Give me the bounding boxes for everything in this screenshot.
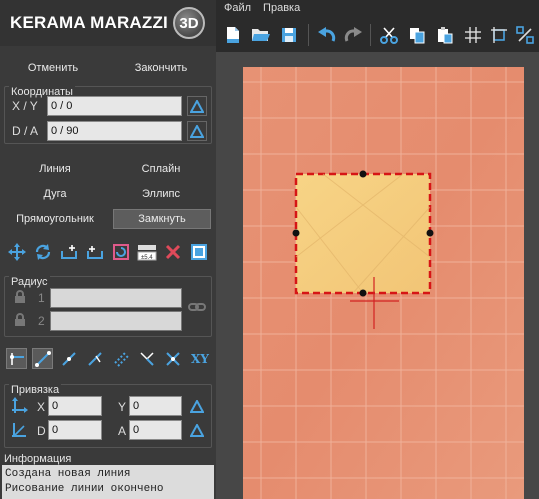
endpoint-snap-icon[interactable] [58, 348, 79, 369]
menu-file[interactable]: Файл [224, 2, 251, 14]
xy-field[interactable]: 0 / 0 [47, 96, 182, 116]
toolbar-separator [308, 24, 309, 46]
menu-bar: Файл Правка [216, 0, 539, 16]
info-log: Создана новая линия Рисование линии окон… [2, 465, 214, 499]
radius-title: Радиус [9, 276, 50, 288]
triangle-icon[interactable] [187, 96, 207, 116]
handle-bottom[interactable] [359, 289, 367, 297]
xy-button-label: XY [191, 351, 209, 366]
move-icon[interactable] [6, 241, 27, 262]
snap-tools-row: XY [6, 348, 212, 369]
mode-arc-button[interactable]: Дуга [6, 184, 104, 204]
svg-text:±5.4: ±5.4 [141, 255, 153, 261]
triangle-icon[interactable] [187, 420, 207, 440]
radius-row1-label: 1 [38, 291, 45, 305]
add-point-above-icon[interactable] [58, 241, 79, 262]
triangle-icon[interactable] [187, 121, 207, 141]
transform-icon[interactable] [110, 241, 131, 262]
da-field[interactable]: 0 / 90 [47, 121, 182, 141]
save-icon[interactable] [278, 24, 300, 46]
finish-button[interactable]: Закончить [112, 58, 210, 78]
left-panel: KERAMA MARAZZI 3D Отменить Закончить Коо… [0, 0, 216, 499]
menu-edit[interactable]: Правка [263, 2, 300, 14]
add-point-below-icon[interactable] [84, 241, 105, 262]
parallel-snap-icon[interactable] [110, 348, 131, 369]
mode-line-button[interactable]: Линия [6, 159, 104, 179]
xy-button[interactable]: XY [188, 348, 212, 369]
rotate-icon[interactable] [32, 241, 53, 262]
window-icon[interactable] [188, 241, 209, 262]
snap-y-label: Y [118, 400, 127, 414]
intersection-snap-icon[interactable] [162, 348, 183, 369]
handle-left[interactable] [292, 229, 300, 237]
radius-row2-label: 2 [38, 314, 45, 328]
open-folder-icon[interactable] [250, 24, 272, 46]
xy-label: X / Y [12, 99, 38, 113]
selection-rectangle[interactable] [294, 172, 432, 295]
corner-snap-icon[interactable] [6, 348, 27, 369]
toolbar [216, 18, 539, 52]
paste-icon[interactable] [434, 24, 456, 46]
delete-icon[interactable] [162, 241, 183, 262]
triangle-icon[interactable] [187, 396, 207, 416]
info-line: Создана новая линия [5, 468, 131, 480]
redo-icon[interactable] [342, 24, 364, 46]
close-shape-button[interactable]: Замкнуть [113, 209, 211, 229]
info-line: Рисование линии окончено [5, 483, 164, 495]
snap-d-field[interactable]: 0 [48, 420, 102, 440]
handle-right[interactable] [426, 229, 434, 237]
snap-x-field[interactable]: 0 [48, 396, 102, 416]
new-file-icon[interactable] [222, 24, 244, 46]
dimension-icon[interactable]: ±5.4 [136, 241, 157, 262]
toolbar-separator [370, 24, 371, 46]
grid-icon[interactable] [462, 24, 484, 46]
mode-ellipse-button[interactable]: Эллипс [112, 184, 210, 204]
snap-a-field[interactable]: 0 [129, 420, 182, 440]
frame-icon[interactable] [488, 24, 510, 46]
snap-title: Привязка [9, 384, 62, 396]
radius-field-2[interactable] [50, 311, 182, 331]
edit-tools-row: ±5.4 [6, 241, 209, 262]
snap-y-field[interactable]: 0 [129, 396, 182, 416]
mode-rectangle-button[interactable]: Прямоугольник [6, 209, 104, 229]
brand-logo: KERAMA MARAZZI 3D [0, 0, 216, 46]
axis-origin-icon [10, 397, 28, 418]
info-title: Информация [4, 453, 72, 465]
link-icon[interactable] [188, 301, 206, 316]
undo-icon[interactable] [316, 24, 338, 46]
perpendicular-snap-icon[interactable] [84, 348, 105, 369]
lock-icon [14, 290, 26, 307]
lock-icon [14, 313, 26, 330]
cut-icon[interactable] [378, 24, 400, 46]
bisector-snap-icon[interactable] [136, 348, 157, 369]
logo-text: KERAMA MARAZZI [10, 13, 168, 32]
handle-top[interactable] [359, 170, 367, 178]
mode-spline-button[interactable]: Сплайн [112, 159, 210, 179]
logo-3d-badge[interactable]: 3D [173, 7, 205, 39]
floor-tile-area[interactable] [243, 67, 524, 499]
radius-field-1[interactable] [50, 288, 182, 308]
segment-snap-icon[interactable] [32, 348, 53, 369]
snap-a-label: A [118, 424, 127, 438]
percent-icon[interactable] [514, 24, 536, 46]
undo-button[interactable]: Отменить [4, 58, 102, 78]
da-label: D / A [12, 124, 39, 138]
snap-d-label: D [37, 424, 46, 438]
snap-x-label: X [37, 400, 46, 414]
angle-icon [10, 421, 28, 442]
copy-icon[interactable] [406, 24, 428, 46]
